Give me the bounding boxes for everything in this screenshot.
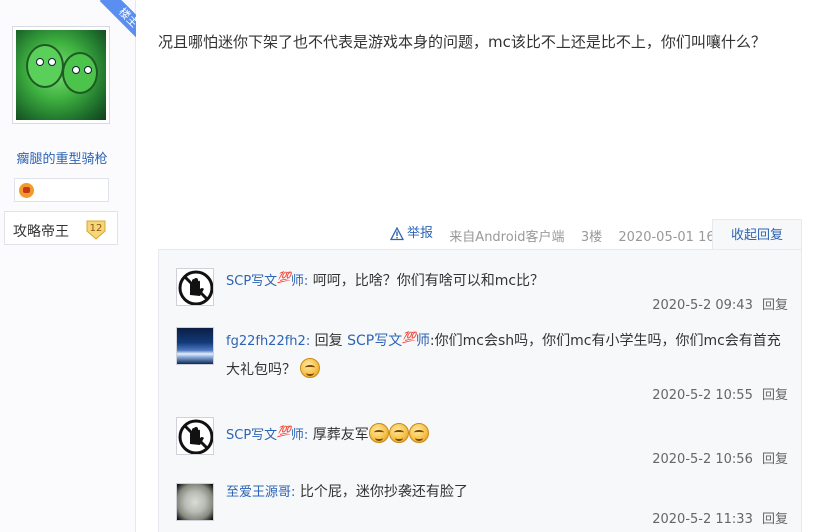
- honor-level-number: 12: [90, 223, 103, 234]
- warning-icon: [390, 227, 404, 241]
- reply-button[interactable]: 回复: [762, 512, 788, 527]
- level-icon: [19, 183, 34, 198]
- post-content: 况且哪怕迷你下架了也不代表是游戏本身的问题，mc该比不上还是比不上，你们叫嚷什么…: [158, 33, 766, 51]
- comment-meta: 2020-5-2 09:43 回复: [652, 294, 788, 313]
- reply-button[interactable]: 回复: [762, 388, 788, 403]
- reply-target-name[interactable]: SCP写文💯师: [347, 331, 430, 349]
- report-label: 举报: [407, 226, 434, 241]
- avatar-image: [16, 30, 106, 120]
- post-floor: 3楼: [580, 230, 603, 245]
- post-source: 来自Android客户端: [449, 230, 565, 245]
- comment-meta: 2020-5-2 10:56 回复: [652, 448, 788, 467]
- comment-meta: 2020-5-2 11:33 回复: [652, 508, 788, 527]
- commenter-avatar[interactable]: [176, 483, 214, 521]
- commenter-name[interactable]: SCP写文💯师:: [226, 425, 308, 443]
- comment-body: 呵呵，比啥？你们有啥可以和mc比？: [312, 273, 545, 289]
- post-tail: 举报 来自Android客户端 3楼 2020-05-01 16:12: [390, 222, 736, 246]
- smile-emoji-icon: [408, 423, 429, 443]
- commenter-name[interactable]: fg22fh22fh2:: [226, 334, 310, 349]
- comment-body: 比个屁，迷你抄袭还有脸了: [299, 484, 468, 500]
- hundred-badge-icon: 💯: [402, 331, 416, 344]
- reply-button[interactable]: 回复: [762, 452, 788, 467]
- hundred-badge-icon: 💯: [277, 271, 291, 284]
- comment-meta: 2020-5-2 10:55 回复: [652, 384, 788, 403]
- commenter-name[interactable]: SCP写文💯师:: [226, 271, 308, 289]
- commenter-avatar[interactable]: [176, 327, 214, 365]
- smile-emoji-icon: [388, 423, 409, 443]
- comment-time: 2020-5-2 10:55: [652, 388, 753, 403]
- comments-panel: SCP写文💯师: 呵呵，比啥？你们有啥可以和mc比？ 2020-5-2 09:4…: [158, 249, 802, 532]
- collapse-replies-button[interactable]: 收起回复: [712, 219, 802, 250]
- no-hand-icon: [178, 270, 213, 305]
- op-badge-label: 楼主: [99, 0, 136, 42]
- comment-time: 2020-5-2 10:56: [652, 452, 753, 467]
- reply-prefix: 回复: [314, 333, 343, 349]
- comment-text: SCP写文💯师: 厚葬友军: [226, 418, 791, 450]
- commenter-avatar[interactable]: [176, 417, 214, 455]
- honor-title: 攻略帝王: [13, 224, 69, 240]
- op-badge: 楼主: [94, 0, 136, 42]
- honor-level-badge: 12: [86, 220, 106, 240]
- hundred-badge-icon: 💯: [277, 425, 291, 438]
- commenter-name[interactable]: 至爱王源哥:: [226, 485, 295, 500]
- level-badge[interactable]: [14, 178, 109, 202]
- no-hand-icon: [178, 419, 213, 454]
- comment-time: 2020-5-2 09:43: [652, 298, 753, 313]
- reply-button[interactable]: 回复: [762, 298, 788, 313]
- author-name[interactable]: 瘸腿的重型骑枪: [0, 148, 124, 167]
- comment-body: 厚葬友军: [312, 427, 369, 443]
- comment-time: 2020-5-2 11:33: [652, 512, 753, 527]
- comment-text: SCP写文💯师: 呵呵，比啥？你们有啥可以和mc比？: [226, 264, 791, 296]
- smile-emoji-icon: [300, 358, 321, 378]
- comment-text: fg22fh22fh2: 回复 SCP写文💯师:你们mc会sh吗，你们mc有小学…: [226, 324, 791, 384]
- author-sidebar: 楼主 瘸腿的重型骑枪 攻略帝王 12: [0, 0, 136, 532]
- commenter-avatar[interactable]: [176, 268, 214, 306]
- comment-text: 至爱王源哥: 比个屁，迷你抄袭还有脸了: [226, 478, 791, 507]
- report-link[interactable]: 举报: [390, 222, 433, 246]
- honor-title-box[interactable]: 攻略帝王 12: [4, 211, 118, 245]
- smile-emoji-icon: [368, 423, 389, 443]
